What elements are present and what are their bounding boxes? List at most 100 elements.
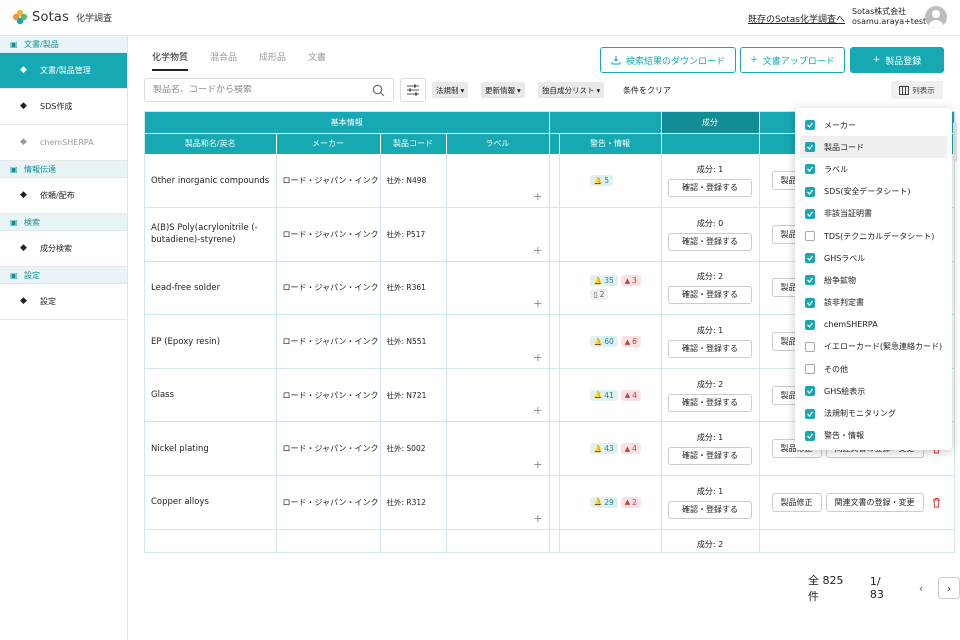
info-badge[interactable]: 🔔 5	[589, 175, 613, 187]
checkbox[interactable]	[805, 231, 815, 242]
column-option[interactable]: 該非判定書	[795, 292, 952, 314]
sidebar-item[interactable]: ◆ chemSHERPA	[0, 125, 127, 161]
column-header	[549, 133, 560, 155]
product-name-cell[interactable]: Other inorganic compounds	[145, 154, 277, 209]
product-name-cell[interactable]: Lead-free solder	[145, 261, 277, 316]
confirm-register-button[interactable]: 確認・登録する	[668, 286, 752, 305]
product-name-cell[interactable]: Glass	[145, 368, 277, 423]
checkbox[interactable]	[805, 208, 815, 219]
filter-regulation[interactable]: 法規制 ▾	[432, 82, 469, 98]
checkbox[interactable]	[805, 386, 815, 397]
column-option[interactable]: chemSHERPA	[795, 314, 952, 336]
info-badge[interactable]: 🔔 60	[589, 336, 618, 348]
checkbox[interactable]	[805, 430, 815, 441]
add-label-icon[interactable]: +	[533, 458, 542, 471]
column-option[interactable]: TDS(テクニカルデータシート)	[795, 225, 952, 247]
confirm-register-button[interactable]: 確認・登録する	[668, 232, 752, 251]
clear-filters-link[interactable]: 条件をクリア	[623, 85, 671, 96]
sidebar-item[interactable]: ◆ SDS作成	[0, 89, 127, 125]
checkbox[interactable]	[805, 186, 815, 197]
info-badge[interactable]: 🔔 35	[589, 275, 618, 287]
sidebar-item[interactable]: ◆ 文書/製品管理	[0, 53, 127, 89]
column-option[interactable]: GHS絵表示	[795, 380, 952, 402]
column-option[interactable]: 紛争鉱物	[795, 269, 952, 291]
checkbox[interactable]	[805, 253, 815, 264]
hazard-badge[interactable]: ▲ 6	[620, 336, 641, 348]
product-name-cell[interactable]: A(B)S Poly(acrylonitrile (-butadiene)-st…	[145, 207, 277, 262]
trash-icon[interactable]	[931, 497, 942, 508]
column-option-label: 非該当証明書	[824, 209, 872, 219]
confirm-register-button[interactable]: 確認・登録する	[668, 447, 752, 466]
info-badge[interactable]: 🔔 29	[589, 496, 618, 508]
download-results-button[interactable]: 検索結果のダウンロード	[600, 47, 736, 73]
checkbox[interactable]	[805, 142, 815, 153]
sidebar-item[interactable]: ◆ 設定	[0, 284, 127, 320]
checkbox[interactable]	[805, 319, 815, 330]
hazard-badge[interactable]: ▲ 2	[620, 496, 641, 508]
next-page-button[interactable]: ›	[938, 577, 960, 599]
column-option[interactable]: GHSラベル	[795, 247, 952, 269]
add-label-icon[interactable]: +	[533, 244, 542, 257]
product-name-cell[interactable]	[145, 529, 277, 552]
search-input[interactable]	[153, 85, 368, 95]
register-product-button[interactable]: + 製品登録	[850, 47, 944, 73]
logo[interactable]: Sotas 化学調査	[12, 9, 112, 25]
checkbox[interactable]	[805, 364, 815, 375]
checkbox[interactable]	[805, 275, 815, 286]
sidebar-item-icon: ◆	[20, 242, 27, 253]
column-option[interactable]: SDS(安全データシート)	[795, 181, 952, 203]
column-option[interactable]: 非該当証明書	[795, 203, 952, 225]
edit-product-button[interactable]: 製品修正	[771, 492, 822, 512]
add-label-icon[interactable]: +	[533, 190, 542, 203]
column-option[interactable]: 警告・情報	[795, 425, 952, 447]
checkbox[interactable]	[805, 341, 815, 352]
filter-settings-button[interactable]	[400, 78, 426, 102]
document-count: 2	[599, 290, 605, 300]
book-icon: ▯	[593, 290, 598, 300]
product-name-cell[interactable]: Nickel plating	[145, 421, 277, 477]
add-label-icon[interactable]: +	[533, 351, 542, 364]
sidebar-item-label: SDS作成	[40, 102, 73, 111]
prev-page-button[interactable]: ‹	[910, 577, 932, 599]
column-option[interactable]: メーカー	[795, 114, 952, 136]
confirm-register-button[interactable]: 確認・登録する	[668, 500, 752, 519]
filter-updates[interactable]: 更新情報 ▾	[481, 82, 525, 98]
column-option[interactable]: 法規制モニタリング	[795, 402, 952, 424]
checkbox[interactable]	[805, 408, 815, 419]
add-label-icon[interactable]: +	[533, 512, 542, 525]
tab-0[interactable]: 化学物質	[152, 50, 189, 71]
tab-1[interactable]: 混合品	[210, 50, 237, 71]
checkbox[interactable]	[805, 120, 815, 131]
checkbox[interactable]	[805, 297, 815, 308]
sidebar-item[interactable]: ◆ 成分検索	[0, 231, 127, 267]
menu-scrollbar[interactable]	[953, 122, 957, 162]
info-badge[interactable]: 🔔 41	[589, 389, 618, 401]
info-badge[interactable]: 🔔 43	[589, 443, 618, 455]
hazard-badge[interactable]: ▲ 4	[620, 389, 641, 401]
legacy-site-link[interactable]: 既存のSotas化学調査へ	[748, 12, 845, 25]
related-docs-button[interactable]: 関連文書の登録・変更	[825, 492, 924, 512]
search-icon[interactable]	[372, 84, 385, 97]
document-badge[interactable]: ▯ 2	[589, 289, 609, 301]
confirm-register-button[interactable]: 確認・登録する	[668, 340, 752, 359]
hazard-badge[interactable]: ▲ 3	[620, 275, 641, 287]
product-name-cell[interactable]: EP (Epoxy resin)	[145, 314, 277, 369]
avatar[interactable]	[925, 6, 947, 28]
hazard-badge[interactable]: ▲ 4	[620, 443, 641, 455]
tab-3[interactable]: 文書	[308, 50, 326, 71]
product-name-cell[interactable]: Copper alloys	[145, 475, 277, 530]
tab-2[interactable]: 成形品	[259, 50, 286, 71]
column-view-button[interactable]: 列表示	[891, 81, 943, 99]
sidebar-item[interactable]: ◆ 依頼/配布	[0, 178, 127, 214]
confirm-register-button[interactable]: 確認・登録する	[668, 179, 752, 198]
column-option[interactable]: イエローカード(緊急連絡カード)	[795, 336, 952, 358]
filter-custom-list[interactable]: 独自成分リスト ▾	[538, 82, 605, 98]
checkbox[interactable]	[805, 164, 815, 175]
add-label-icon[interactable]: +	[533, 297, 542, 310]
column-option[interactable]: その他	[795, 358, 952, 380]
confirm-register-button[interactable]: 確認・登録する	[668, 393, 752, 412]
upload-document-button[interactable]: + 文書アップロード	[740, 47, 845, 73]
column-option[interactable]: 製品コード	[800, 136, 947, 159]
column-option[interactable]: ラベル	[795, 158, 952, 180]
add-label-icon[interactable]: +	[533, 404, 542, 417]
